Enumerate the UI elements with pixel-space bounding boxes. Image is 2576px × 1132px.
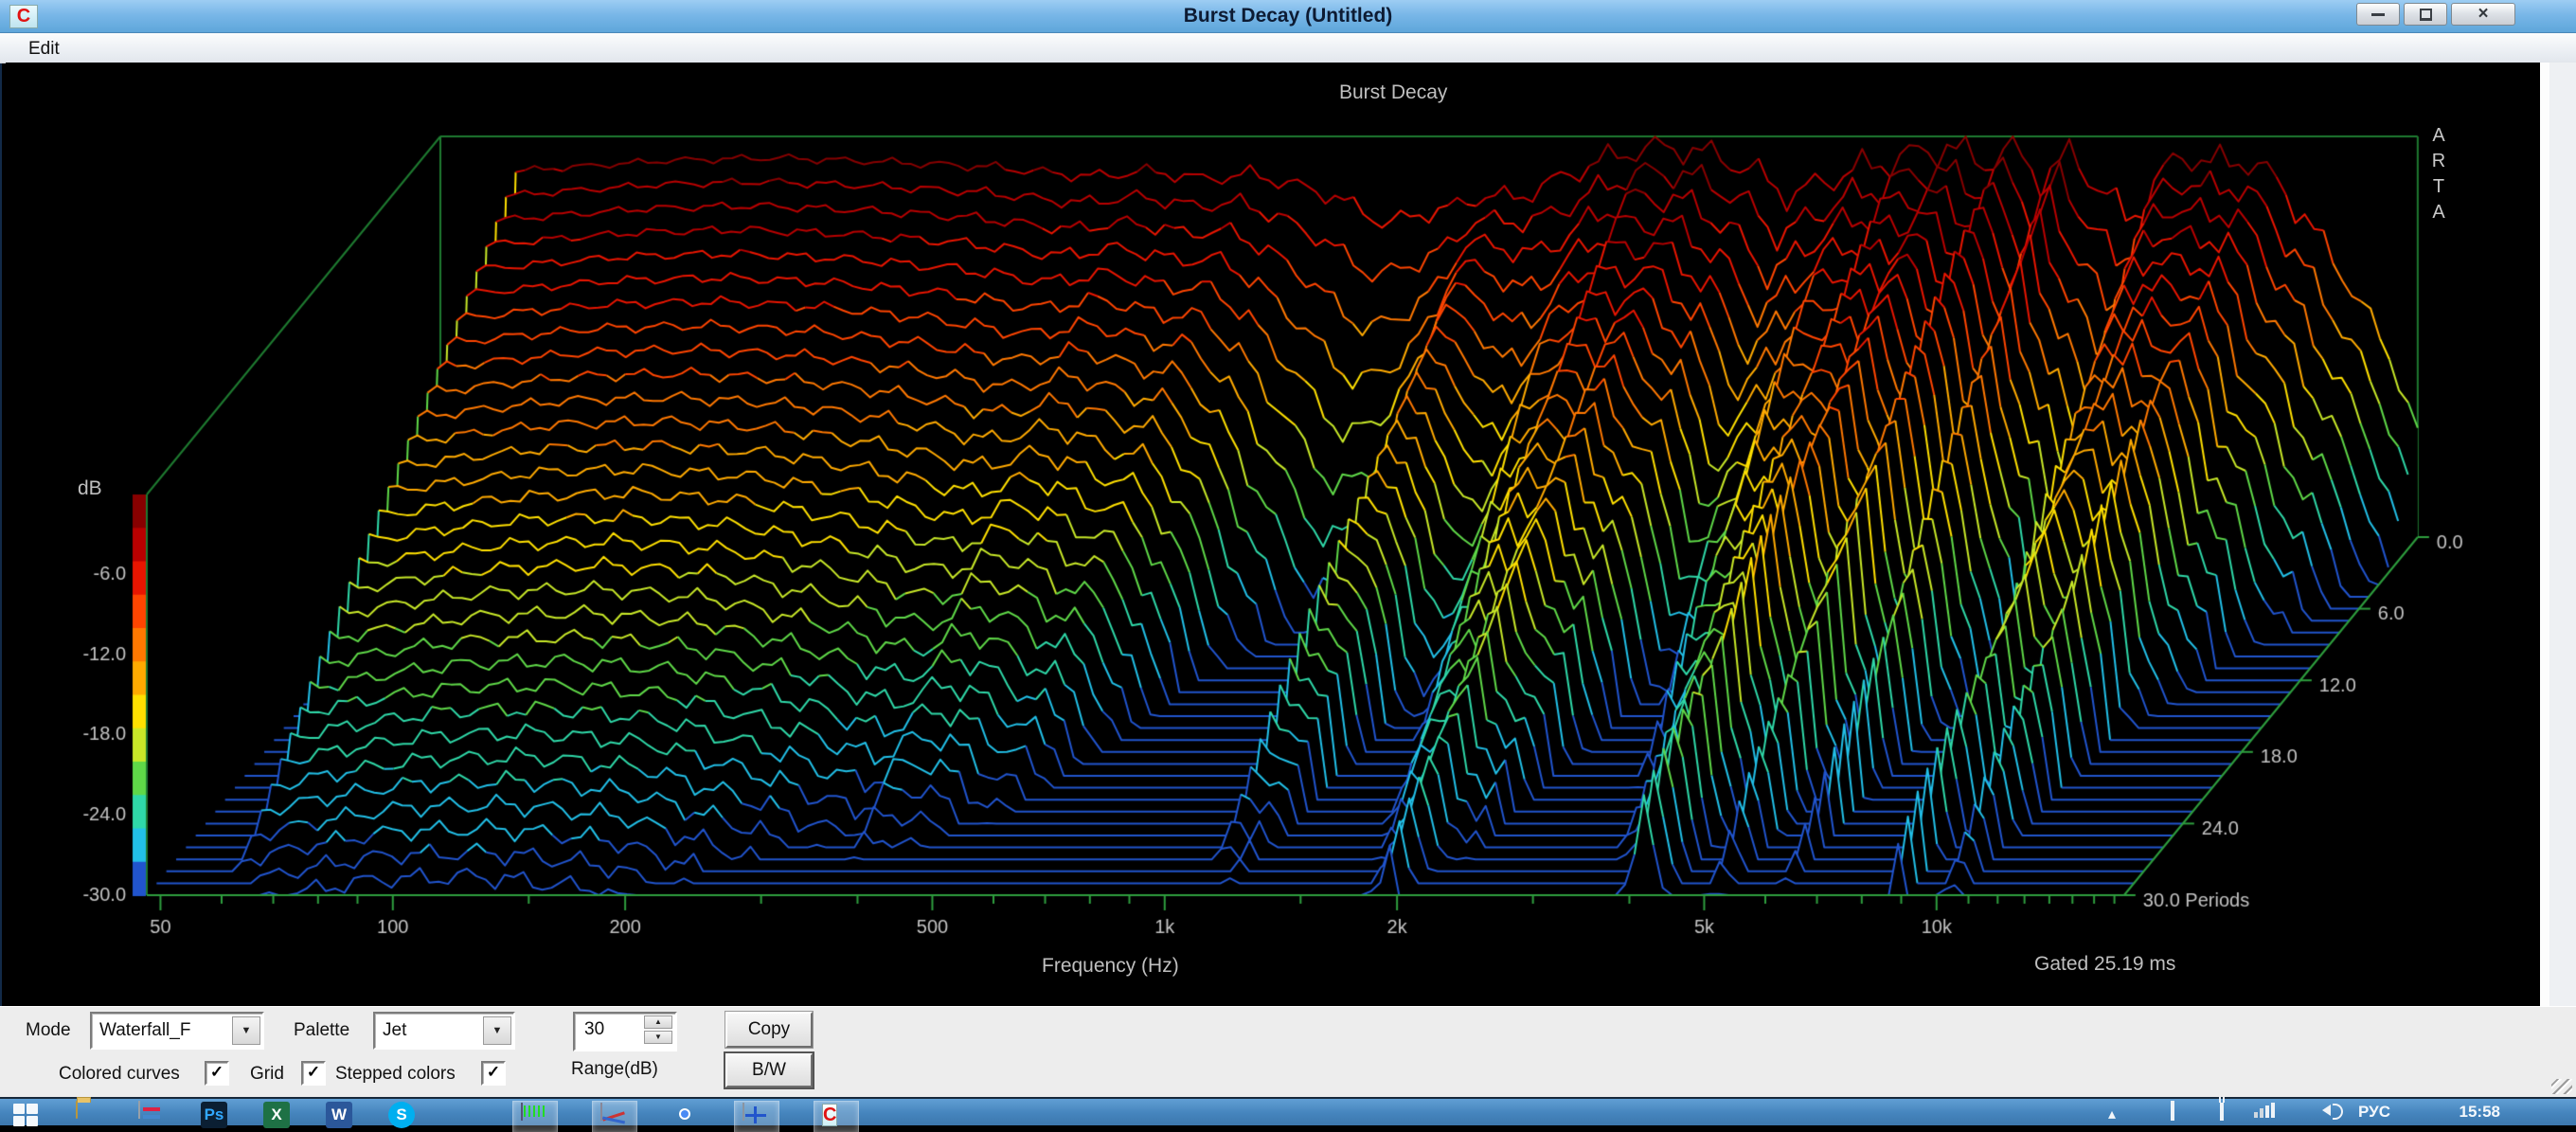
restore-icon bbox=[2420, 9, 2432, 20]
mode-label: Mode bbox=[26, 1020, 71, 1041]
taskbar-item-chrome[interactable] bbox=[672, 1102, 699, 1128]
waterfall-canvas bbox=[6, 63, 2540, 1006]
stepped-colors-label: Stepped colors bbox=[335, 1064, 456, 1085]
bw-button[interactable]: B/W bbox=[725, 1053, 813, 1087]
window-title: Burst Decay (Untitled) bbox=[0, 5, 2576, 27]
palette-value: Jet bbox=[375, 1020, 483, 1041]
mode-dropdown-arrow-icon[interactable]: ▼ bbox=[232, 1016, 260, 1045]
excel-icon: X bbox=[263, 1102, 290, 1128]
colored-curves-checkbox[interactable]: ✓ bbox=[205, 1061, 229, 1086]
minimize-icon bbox=[2371, 13, 2385, 16]
control-panel: Mode Waterfall_F ▼ Palette Jet ▼ 30 ▲ ▼ … bbox=[0, 1006, 2576, 1098]
taskbar-item-graph-tool[interactable] bbox=[593, 1102, 636, 1132]
resize-grip[interactable] bbox=[2551, 1079, 2572, 1094]
taskbar-item-explorer[interactable] bbox=[76, 1102, 102, 1128]
start-button[interactable] bbox=[13, 1102, 40, 1128]
grid-checkbox[interactable]: ✓ bbox=[301, 1061, 326, 1086]
close-icon: × bbox=[2478, 6, 2488, 23]
taskbar-item-skype[interactable]: S bbox=[388, 1102, 415, 1128]
clock[interactable]: 15:58 bbox=[2460, 1103, 2500, 1122]
copy-button[interactable]: Copy bbox=[725, 1012, 813, 1048]
plot-area: Burst Decay A R T A dB Frequency (Hz) Ga… bbox=[6, 63, 2540, 1006]
freq-axis-title: Frequency (Hz) bbox=[1042, 955, 1179, 978]
taskbar-item-word[interactable]: W bbox=[326, 1102, 352, 1128]
restore-button[interactable] bbox=[2404, 3, 2447, 26]
palette-dropdown[interactable]: Jet ▼ bbox=[373, 1012, 515, 1050]
range-value: 30 bbox=[584, 1019, 604, 1040]
skype-icon: S bbox=[388, 1102, 415, 1128]
taskbar-item-excel[interactable]: X bbox=[263, 1102, 290, 1128]
minimize-button[interactable] bbox=[2356, 3, 2400, 26]
mode-dropdown[interactable]: Waterfall_F ▼ bbox=[90, 1012, 264, 1050]
usb-tray-icon[interactable] bbox=[2220, 1103, 2224, 1120]
taskbar: Ps X W S C ▴ РУС 15:58 bbox=[0, 1097, 2576, 1125]
network-tray-icon[interactable] bbox=[2254, 1103, 2275, 1118]
palette-label: Palette bbox=[294, 1020, 349, 1041]
title-bar[interactable]: C Burst Decay (Untitled) × bbox=[0, 0, 2576, 33]
plot-title: Burst Decay bbox=[1339, 81, 1447, 104]
oscilloscope-icon bbox=[742, 1103, 744, 1121]
grid-label: Grid bbox=[250, 1064, 284, 1085]
menu-bar: Edit bbox=[0, 33, 2576, 63]
language-indicator[interactable]: РУС bbox=[2358, 1103, 2390, 1122]
arta-watermark: A R T A bbox=[2423, 123, 2455, 225]
spectrum-analyzer-icon bbox=[521, 1103, 523, 1121]
palette-dropdown-arrow-icon[interactable]: ▼ bbox=[483, 1016, 511, 1045]
taskbar-item-oscilloscope[interactable] bbox=[735, 1102, 778, 1132]
range-label: Range(dB) bbox=[571, 1059, 658, 1080]
taskbar-item-visual-studio[interactable] bbox=[451, 1102, 477, 1128]
taskbar-item-media-player[interactable] bbox=[138, 1102, 165, 1128]
folder-icon bbox=[76, 1101, 78, 1119]
stepped-colors-checkbox[interactable]: ✓ bbox=[481, 1061, 506, 1086]
media-player-icon bbox=[138, 1101, 140, 1119]
range-spin-up-icon[interactable]: ▲ bbox=[644, 1015, 672, 1029]
hidden-icons-chevron[interactable]: ▴ bbox=[2108, 1105, 2116, 1123]
taskbar-item-photoshop[interactable]: Ps bbox=[201, 1102, 227, 1128]
taskbar-item-arta-spectrum[interactable] bbox=[513, 1102, 557, 1132]
word-icon: W bbox=[326, 1102, 352, 1128]
range-spinner[interactable]: 30 ▲ ▼ bbox=[573, 1012, 677, 1051]
graph-icon bbox=[600, 1103, 602, 1121]
right-edge-strip bbox=[2540, 63, 2576, 1006]
colored-curves-label: Colored curves bbox=[59, 1064, 180, 1085]
windows-logo-icon bbox=[13, 1102, 42, 1130]
arta-burst-decay-window: C Burst Decay (Untitled) × Edit Burst De… bbox=[0, 0, 2576, 1125]
range-spin-down-icon[interactable]: ▼ bbox=[644, 1031, 672, 1044]
mode-value: Waterfall_F bbox=[92, 1020, 232, 1041]
gated-time-label: Gated 25.19 ms bbox=[2034, 953, 2175, 976]
display-tray-icon[interactable] bbox=[2171, 1103, 2174, 1120]
menu-edit[interactable]: Edit bbox=[21, 37, 67, 62]
db-axis-title: dB bbox=[78, 477, 102, 500]
photoshop-icon: Ps bbox=[201, 1102, 227, 1128]
close-button[interactable]: × bbox=[2451, 3, 2515, 26]
arta-app-icon: C bbox=[822, 1104, 837, 1126]
taskbar-item-arta[interactable]: C bbox=[814, 1102, 858, 1132]
